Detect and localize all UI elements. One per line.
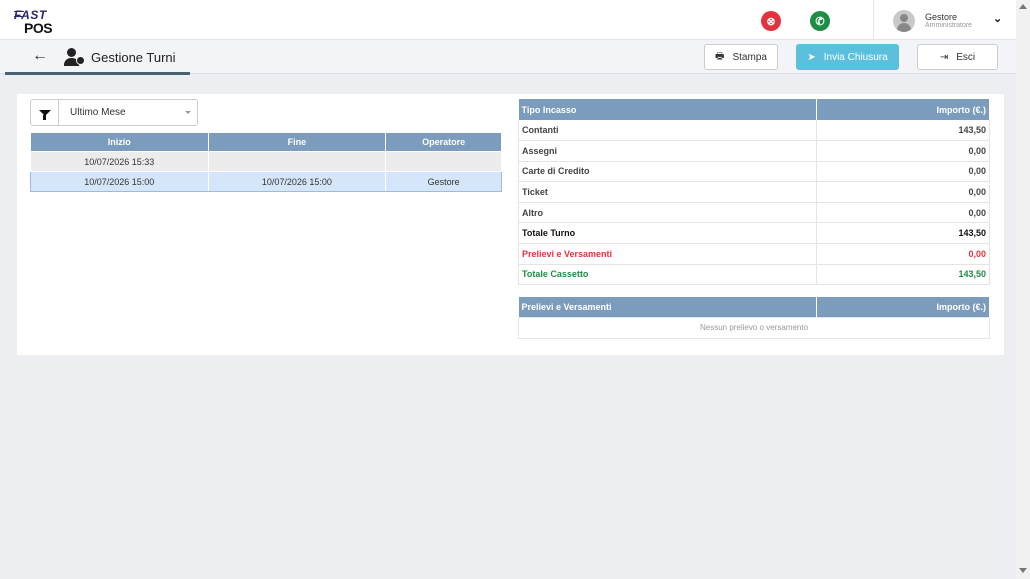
cell-end: 10/07/2026 15:00 [207,171,387,192]
close-session-button[interactable]: ⊗ [761,11,781,31]
income-row-withdrawals: Prelievi e Versamenti 0,00 [517,243,990,265]
column-header-income-type: Tipo Incasso [518,99,818,120]
income-amount: 143,50 [816,222,990,245]
column-header-end[interactable]: Fine [207,132,387,152]
cell-operator [385,151,502,172]
exit-button[interactable]: ⇥ Esci [917,44,998,70]
income-amount: 0,00 [816,243,990,265]
cell-start: 10/07/2026 15:00 [30,171,209,192]
income-amount: 0,00 [816,181,990,203]
income-label: Prelievi e Versamenti [517,243,817,265]
avatar-head [900,14,908,22]
sign-out-icon: ⇥ [939,51,949,63]
send-closing-button[interactable]: ➤ Invia Chiusura [796,44,899,70]
exit-label: Esci [956,51,976,63]
income-amount: 0,00 [816,140,990,162]
dropdown-caret-icon[interactable] [185,111,191,114]
send-closing-label: Invia Chiusura [823,51,888,63]
circle-x-icon: ⊗ [766,15,776,28]
user-clock-icon [64,48,86,66]
period-filter[interactable]: Ultimo Mese [30,99,198,126]
income-label: Contanti [517,120,817,142]
paper-plane-icon: ➤ [807,51,816,63]
table-row-selected[interactable]: 10/07/2026 15:00 10/07/2026 15:00 Gestor… [30,171,502,192]
active-tab-indicator [5,72,190,75]
income-row-cheques: Assegni 0,00 [517,140,990,162]
top-bar: FAST POS ⊗ ✆ Gestore Amministratore ⌄ [0,0,1016,40]
cell-end [207,151,387,172]
divider [873,0,874,40]
income-label: Totale Turno [517,222,817,245]
income-label: Carte di Credito [517,161,817,183]
column-header-amount: Importo (€.) [816,99,990,120]
income-row-shift-total: Totale Turno 143,50 [517,222,990,245]
printer-icon: 🖶 [715,50,725,62]
income-row-drawer-total: Totale Cassetto 143,50 [517,264,990,286]
column-header-start[interactable]: Inizio [30,132,209,152]
empty-row: Nessun prelievo o versamento [518,316,990,339]
column-header-amount: Importo (€.) [816,297,990,317]
cell-start: 10/07/2026 15:33 [30,151,209,172]
chevron-down-icon[interactable]: ⌄ [993,12,1002,25]
income-label: Totale Cassetto [517,264,817,286]
logo-line2: POS [24,20,53,36]
income-label: Ticket [517,181,817,203]
vertical-scrollbar[interactable] [1016,0,1030,579]
whatsapp-button[interactable]: ✆ [810,11,830,31]
back-arrow-icon[interactable]: ← [32,47,48,65]
scroll-up-icon[interactable] [1019,4,1027,9]
income-row-ticket: Ticket 0,00 [517,181,990,203]
scroll-down-icon[interactable] [1019,568,1027,573]
page-title: Gestione Turni [91,50,176,65]
period-select-value[interactable]: Ultimo Mese [70,107,126,118]
print-button[interactable]: 🖶 Stampa [704,44,778,70]
avatar[interactable] [893,10,915,32]
user-name[interactable]: Gestore [925,12,957,22]
income-amount: 143,50 [816,264,990,286]
filter-icon [31,100,59,125]
user-role: Amministratore [925,22,973,29]
income-amount: 143,50 [816,120,990,142]
income-amount: 0,00 [816,161,990,183]
column-header-withdrawals: Prelievi e Versamenti [518,297,818,317]
avatar-body [897,23,911,32]
income-row-credit-cards: Carte di Credito 0,00 [517,161,990,183]
empty-state-text: Nessun prelievo o versamento [518,316,990,339]
table-row[interactable]: 10/07/2026 15:33 [30,151,502,172]
whatsapp-icon: ✆ [815,15,825,28]
income-row-other: Altro 0,00 [517,202,990,224]
income-row-cash: Contanti 143,50 [517,120,990,142]
income-label: Assegni [517,140,817,162]
fastpos-logo[interactable]: FAST POS [14,8,62,36]
print-label: Stampa [732,51,767,63]
withdrawals-table: Prelievi e Versamenti Importo (€.) Nessu… [518,297,990,339]
cell-operator: Gestore [385,171,502,192]
income-summary-table: Tipo Incasso Importo (€.) Contanti 143,5… [517,99,990,286]
income-amount: 0,00 [816,202,990,224]
shifts-table: Inizio Fine Operatore 10/07/2026 15:33 1… [30,132,502,192]
income-label: Altro [517,202,817,224]
column-header-operator[interactable]: Operatore [385,132,502,152]
